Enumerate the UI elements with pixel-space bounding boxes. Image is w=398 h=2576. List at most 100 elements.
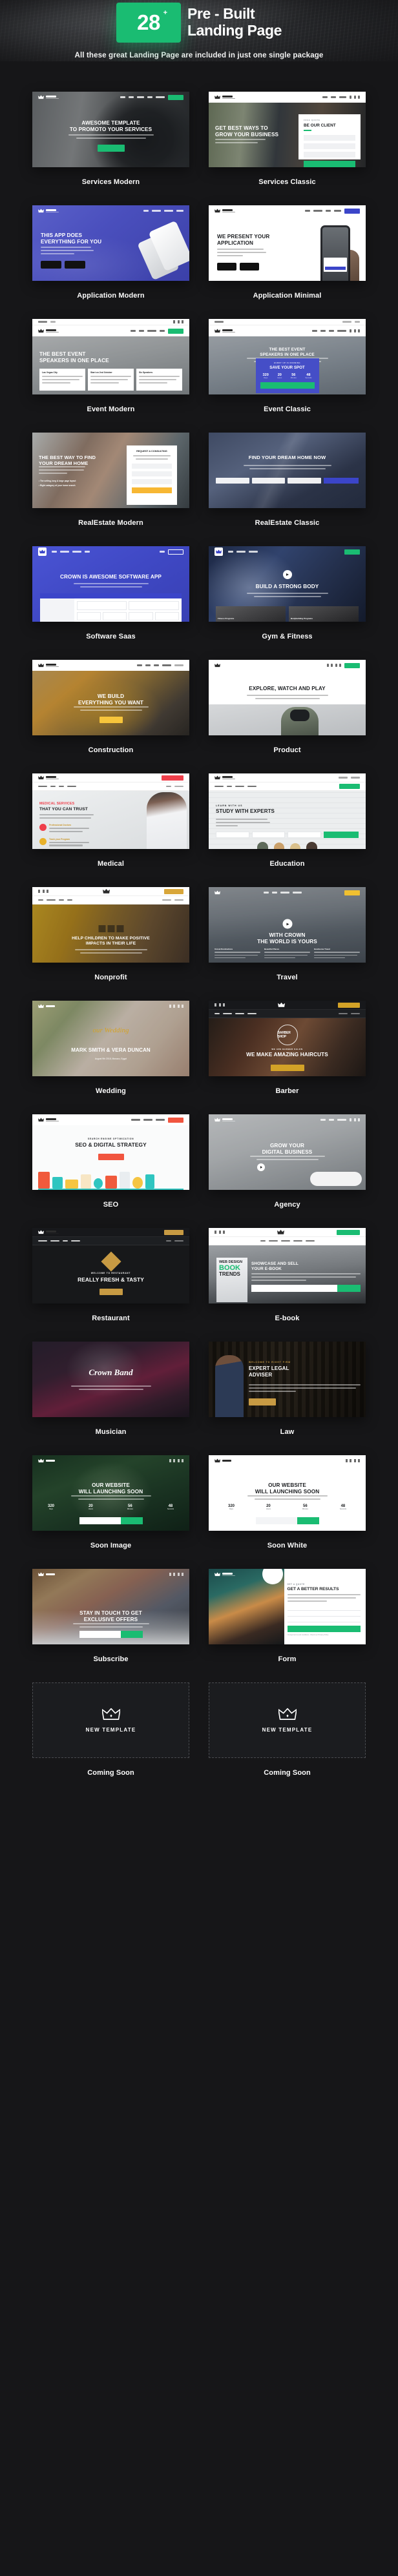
template-preview[interactable]: THE BEST WAY TO FIND YOUR DREAM HOME • T… [32, 433, 189, 508]
template-card-restaurant[interactable]: WELCOME TO RESTAURANT REALLY FRESH & TAS… [32, 1228, 189, 1322]
download-button[interactable] [337, 1229, 360, 1235]
google-play-badge[interactable] [41, 261, 61, 269]
order-button[interactable] [344, 662, 360, 668]
template-card-education[interactable]: LEARN WITH US STUDY WITH EXPERTS Educati… [209, 773, 366, 868]
template-card-soon-image[interactable]: OUR WEBSITE WILL LAUNCHING SOON 320 Days … [32, 1455, 189, 1549]
play-button-icon[interactable] [282, 919, 292, 929]
template-preview[interactable]: MEDICAL SERVICES THAT YOU CAN TRUST Prof… [32, 773, 189, 849]
name-field[interactable] [216, 478, 249, 484]
template-preview[interactable]: THE BEST EVENT SPEAKERS IN ONE PLACE HUR… [209, 319, 366, 394]
template-card-construction[interactable]: WE BUILD EVERYTHING YOU WANT Constructio… [32, 660, 189, 754]
template-preview[interactable]: LEARN WITH US STUDY WITH EXPERTS [209, 773, 366, 849]
trial-button[interactable] [168, 549, 183, 555]
template-preview[interactable]: BUILD A STRONG BODY Fitness Programs Bod… [209, 546, 366, 622]
template-preview[interactable]: WELCOME TO RIGHT FIRM EXPERT LEGAL ADVIS… [209, 1342, 366, 1417]
phone-field[interactable] [304, 151, 355, 158]
template-card-agency[interactable]: GROW YOUR DIGITAL BUSINESS Agency [209, 1114, 366, 1209]
phone-field[interactable] [288, 478, 321, 484]
template-card-software-saas[interactable]: CROWN IS AWESOME SOFTWARE APP Software S… [32, 546, 189, 640]
app-store-badge[interactable] [240, 263, 259, 271]
template-preview[interactable]: THE BEST EVENT SPEAKERS IN ONE PLACE Las… [32, 319, 189, 394]
book-table-button[interactable] [164, 1229, 183, 1235]
template-preview[interactable]: OUR WEBSITE WILL LAUNCHING SOON 320 Days … [209, 1455, 366, 1531]
template-preview[interactable]: AWESOME TEMPLATE TO PROMOTO YOUR SERVICE… [32, 92, 189, 167]
template-preview[interactable]: SEARCH ENGINE OPTIMIZATION SEO & DIGITAL… [32, 1114, 189, 1190]
template-card-application-minimal[interactable]: WE PRESENT YOUR APPLICATION Application … [209, 205, 366, 300]
template-card-product[interactable]: EXPLORE, WATCH AND PLAY Product [209, 660, 366, 754]
template-preview[interactable]: THIS APP DOES EVERYTHING FOR YOU [32, 205, 189, 281]
template-card-event-modern[interactable]: THE BEST EVENT SPEAKERS IN ONE PLACE Las… [32, 319, 189, 413]
submit-button[interactable] [304, 160, 355, 167]
quote-form[interactable]: GET A QUOTE GET A BETTER RESULTS I Accep… [287, 1583, 361, 1636]
preview-cta-button[interactable] [97, 145, 125, 152]
phone-field[interactable] [287, 1617, 361, 1622]
subscribe-button[interactable] [120, 1631, 143, 1638]
name-field[interactable] [287, 1605, 361, 1611]
submit-button[interactable] [323, 832, 359, 838]
ticket-button[interactable] [168, 328, 183, 334]
template-card-wedding[interactable]: our Wedding MARK SMITH & VERA DUNCAN Aug… [32, 1001, 189, 1095]
phone-field[interactable] [288, 832, 321, 838]
preview-cta-button[interactable] [99, 1289, 123, 1295]
template-card-subscribe[interactable]: STAY IN TOUCH TO GET EXCLUSIVE OFFERS Su… [32, 1569, 189, 1663]
program-card[interactable]: Fitness Programs [216, 606, 286, 622]
template-preview[interactable]: GROW YOUR DIGITAL BUSINESS [209, 1114, 366, 1190]
template-card-gym-fitness[interactable]: BUILD A STRONG BODY Fitness Programs Bod… [209, 546, 366, 640]
subscribe-button[interactable] [120, 1517, 143, 1524]
quote-button[interactable] [344, 549, 360, 555]
template-card-law[interactable]: WELCOME TO RIGHT FIRM EXPERT LEGAL ADVIS… [209, 1342, 366, 1436]
template-preview[interactable]: WELCOME TO RESTAURANT REALLY FRESH & TAS… [32, 1228, 189, 1303]
template-card-soon-white[interactable]: OUR WEBSITE WILL LAUNCHING SOON 320 Days … [209, 1455, 366, 1549]
template-preview[interactable]: WEB DESIGN BOOK TRENDS SHOWCASE AND SELL… [209, 1228, 366, 1303]
template-preview[interactable]: OUR WEBSITE WILL LAUNCHING SOON 320 Days … [32, 1455, 189, 1531]
template-preview[interactable]: our Wedding MARK SMITH & VERA DUNCAN Aug… [32, 1001, 189, 1076]
preview-cta-button[interactable] [249, 1398, 276, 1406]
name-field[interactable] [216, 832, 249, 838]
consulting-form[interactable]: REQUEST A CONSULTING [127, 445, 177, 505]
submit-button[interactable] [287, 1625, 361, 1632]
template-preview[interactable]: FIND YOUR DREAM HOME NOW [209, 433, 366, 508]
template-preview[interactable]: WE PRESENT YOUR APPLICATION [209, 205, 366, 281]
preview-cta-button[interactable] [270, 1065, 304, 1071]
template-card-coming-soon-1[interactable]: NEW TEMPLATE Coming Soon [32, 1682, 189, 1777]
name-field[interactable] [132, 463, 172, 469]
appointment-button[interactable] [162, 775, 183, 781]
email-field[interactable] [251, 832, 286, 838]
google-play-badge[interactable] [217, 263, 236, 271]
book-trip-button[interactable] [344, 890, 360, 895]
template-card-travel[interactable]: WITH CROWN THE WORLD IS YOURS Unreal Des… [209, 887, 366, 981]
play-button-icon[interactable] [282, 570, 292, 579]
template-preview[interactable]: CROWN IS AWESOME SOFTWARE APP [32, 546, 189, 622]
app-store-badge[interactable] [65, 261, 85, 269]
template-preview[interactable]: GET A QUOTE GET A BETTER RESULTS I Accep… [209, 1569, 366, 1644]
ticket-button[interactable] [260, 382, 315, 389]
download-submit-button[interactable] [337, 1285, 361, 1292]
submit-button[interactable] [323, 478, 359, 484]
template-card-ebook[interactable]: WEB DESIGN BOOK TRENDS SHOWCASE AND SELL… [209, 1228, 366, 1322]
email-field[interactable] [287, 1611, 361, 1617]
template-preview[interactable]: Crown Band [32, 1342, 189, 1417]
template-preview[interactable]: EXPLORE, WATCH AND PLAY [209, 660, 366, 735]
submit-button[interactable] [132, 487, 172, 493]
email-field[interactable] [79, 1517, 121, 1524]
template-card-seo[interactable]: SEARCH ENGINE OPTIMIZATION SEO & DIGITAL… [32, 1114, 189, 1209]
social-icons[interactable] [350, 96, 360, 99]
email-field[interactable] [255, 1517, 297, 1524]
template-card-barber[interactable]: BARBER SHOP WE ARE BARBER SALON WE MAKE … [209, 1001, 366, 1095]
email-field[interactable] [304, 143, 355, 149]
template-card-realestate-modern[interactable]: THE BEST WAY TO FIND YOUR DREAM HOME • T… [32, 433, 189, 527]
template-card-realestate-classic[interactable]: FIND YOUR DREAM HOME NOW RealEstate Clas… [209, 433, 366, 527]
program-card[interactable]: Bodybuilding Programs [289, 606, 359, 622]
preview-cta-button[interactable] [98, 1154, 124, 1160]
subscribe-button[interactable] [297, 1517, 319, 1524]
new-template-placeholder[interactable]: NEW TEMPLATE [209, 1682, 366, 1758]
course-button[interactable] [339, 784, 360, 789]
email-field[interactable] [79, 1631, 121, 1638]
preview-quote-form[interactable]: FREE QUOTE BE OUR CLIENT [298, 114, 361, 167]
email-field[interactable] [132, 471, 172, 476]
email-field[interactable] [251, 1285, 337, 1292]
template-preview[interactable]: STAY IN TOUCH TO GET EXCLUSIVE OFFERS [32, 1569, 189, 1644]
template-card-services-modern[interactable]: AWESOME TEMPLATE TO PROMOTO YOUR SERVICE… [32, 92, 189, 186]
template-card-application-modern[interactable]: THIS APP DOES EVERYTHING FOR YOU Applica… [32, 205, 189, 300]
template-preview[interactable]: GET BEST WAYS TO GROW YOUR BUSINESS FREE… [209, 92, 366, 167]
